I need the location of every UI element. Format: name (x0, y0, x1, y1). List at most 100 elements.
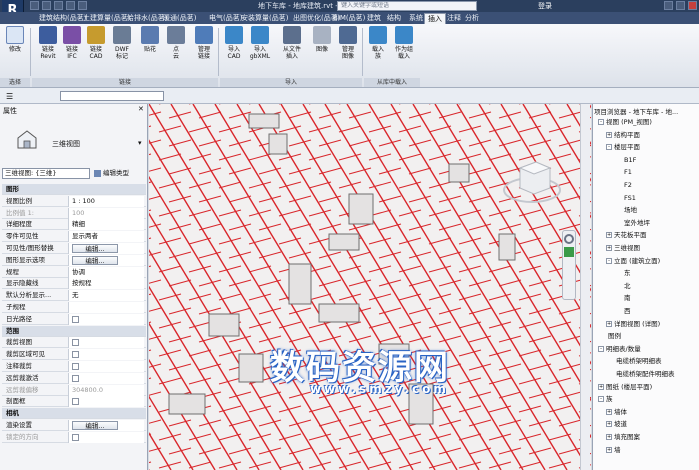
ribbon-tab[interactable]: BIM(品茗) (330, 13, 368, 24)
pipe[interactable] (428, 237, 452, 245)
pipe[interactable] (558, 111, 582, 119)
property-value[interactable] (68, 431, 144, 443)
pipe[interactable] (468, 307, 492, 315)
pipe[interactable] (188, 461, 212, 469)
pipe[interactable] (218, 461, 242, 469)
pipe[interactable] (398, 153, 422, 161)
pipe[interactable] (308, 181, 332, 189)
pipe[interactable] (398, 209, 422, 217)
pipe[interactable] (149, 461, 152, 468)
import-cad-button[interactable]: 导入 CAD (222, 26, 246, 60)
checkbox[interactable] (72, 433, 79, 441)
pipe[interactable] (248, 181, 272, 189)
save-icon[interactable] (42, 1, 51, 10)
ribbon-tab[interactable]: 系统 (406, 13, 426, 24)
browser-node[interactable]: + 墙体 (606, 407, 627, 417)
property-value[interactable]: 编辑... (68, 254, 144, 266)
edit-button[interactable]: 编辑... (72, 255, 118, 265)
browser-node[interactable]: 西 (614, 306, 631, 316)
browser-node[interactable]: F1 (614, 167, 632, 177)
property-value[interactable]: 编辑... (68, 420, 144, 431)
pipe[interactable] (318, 223, 342, 231)
link-ifc-button[interactable]: 链接 IFC (60, 26, 84, 60)
property-value[interactable] (68, 302, 144, 313)
pipe[interactable] (458, 349, 482, 357)
expand-toggle-icon[interactable]: - (606, 144, 612, 151)
pipe[interactable] (468, 363, 492, 371)
pipe[interactable] (258, 419, 282, 427)
pipe[interactable] (168, 195, 192, 203)
expand-toggle-icon[interactable]: + (598, 383, 604, 390)
property-value[interactable]: 无 (68, 290, 144, 302)
browser-node[interactable]: -族 (598, 394, 613, 404)
pipe[interactable] (198, 363, 222, 371)
pipe[interactable] (368, 405, 392, 413)
pipe[interactable] (248, 293, 272, 301)
room-block[interactable] (268, 133, 288, 155)
pipe[interactable] (468, 279, 492, 287)
pipe[interactable] (378, 139, 402, 147)
browser-node[interactable]: + 坡道 (606, 419, 627, 429)
modify-button[interactable]: 修改 (4, 26, 26, 53)
browser-node[interactable]: + 三维视图 (606, 243, 640, 253)
pipe[interactable] (149, 265, 152, 272)
pipe[interactable] (198, 111, 222, 119)
pipe[interactable] (458, 153, 482, 161)
decal-button[interactable]: 贴花 (138, 26, 162, 53)
pipe[interactable] (348, 139, 372, 147)
pipe[interactable] (488, 349, 512, 357)
pipe[interactable] (348, 419, 372, 427)
pipe[interactable] (528, 223, 552, 231)
pipe[interactable] (168, 167, 192, 175)
browser-node[interactable]: 图例 (598, 331, 621, 341)
pipe[interactable] (149, 279, 162, 286)
property-value[interactable] (68, 349, 144, 361)
browser-node[interactable]: - 楼层平面 (606, 142, 640, 152)
options-dropdown[interactable] (60, 91, 164, 101)
pipe[interactable] (378, 447, 402, 455)
browser-node[interactable]: 场地 (614, 205, 637, 215)
pipe[interactable] (368, 125, 392, 133)
checkbox[interactable] (72, 363, 79, 370)
pipe[interactable] (458, 321, 482, 329)
pipe[interactable] (398, 433, 422, 441)
pipe[interactable] (149, 237, 152, 244)
pipe[interactable] (228, 419, 252, 427)
pipe[interactable] (248, 321, 272, 329)
pipe[interactable] (428, 153, 452, 161)
pipe[interactable] (288, 139, 312, 147)
edit-button[interactable]: 编辑... (72, 244, 118, 253)
pipe[interactable] (248, 461, 272, 469)
ribbon-tab[interactable]: 注释 (444, 13, 464, 24)
expand-toggle-icon[interactable]: + (606, 232, 612, 239)
expand-toggle-icon[interactable]: - (606, 257, 612, 264)
pipe[interactable] (158, 265, 182, 273)
pipe[interactable] (149, 307, 162, 314)
pipe[interactable] (528, 279, 552, 287)
browser-node[interactable]: + 详图视图 (详图) (606, 319, 660, 329)
pipe[interactable] (548, 349, 572, 357)
pipe[interactable] (438, 251, 462, 259)
pipe[interactable] (218, 433, 242, 441)
pipe[interactable] (398, 321, 422, 329)
browser-node[interactable]: 室外地坪 (614, 218, 650, 228)
instance-selector[interactable]: 三维视图: {三维} (2, 168, 90, 179)
pipe[interactable] (258, 391, 282, 399)
login-link[interactable]: 登录 (538, 1, 552, 11)
expand-toggle-icon[interactable]: + (606, 434, 612, 440)
pipe[interactable] (188, 377, 212, 385)
pipe[interactable] (218, 265, 242, 273)
room-block[interactable] (208, 313, 240, 337)
property-value[interactable] (68, 372, 144, 384)
manage-images-button[interactable]: 管理 图像 (336, 26, 360, 60)
pipe[interactable] (228, 307, 252, 315)
pipe[interactable] (468, 111, 492, 119)
ribbon-tab[interactable]: 建筑 (364, 13, 384, 24)
pipe[interactable] (218, 349, 242, 357)
pipe[interactable] (428, 321, 452, 329)
open-icon[interactable] (30, 1, 39, 10)
pipe[interactable] (278, 209, 302, 217)
pipe[interactable] (348, 251, 372, 259)
pipe[interactable] (318, 251, 342, 259)
pipe[interactable] (408, 279, 432, 287)
